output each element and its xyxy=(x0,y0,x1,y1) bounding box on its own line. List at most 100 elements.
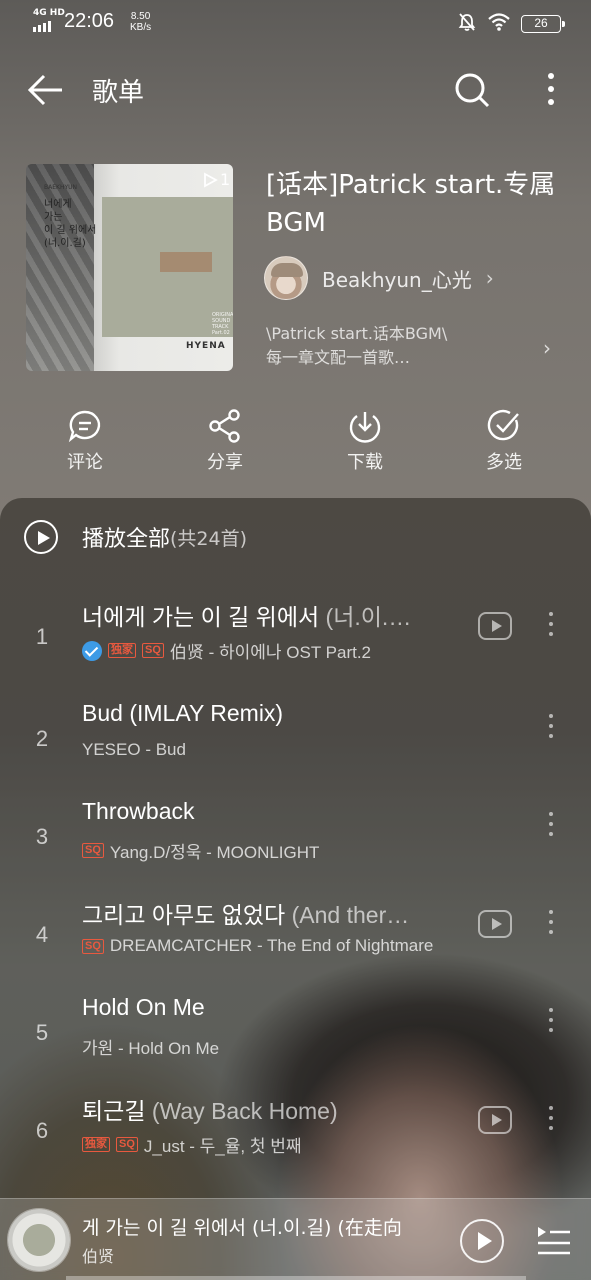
cover-ost-label: ORIGINAL SOUND TRACK Part.02 xyxy=(212,312,233,336)
download-icon xyxy=(349,412,381,443)
more-vertical-icon[interactable] xyxy=(544,714,558,744)
song-artist: 가원 xyxy=(82,1039,114,1058)
song-index: 5 xyxy=(35,1020,49,1045)
song-title: Throwback xyxy=(82,798,462,825)
mv-play-icon[interactable] xyxy=(478,910,512,938)
song-title-alias: (Way Back Home) xyxy=(145,1098,338,1124)
download-label: 下载 xyxy=(347,452,383,473)
chevron-right-icon: › xyxy=(485,266,494,290)
multi-select-icon xyxy=(487,409,519,441)
exclusive-badge: 独家 xyxy=(82,1137,110,1152)
cover-stamp xyxy=(160,252,212,272)
more-vertical-icon[interactable] xyxy=(536,70,566,110)
list-item[interactable]: 6 퇴근길 (Way Back Home) 独家 SQ J_ust - 두_율,… xyxy=(0,1092,591,1190)
song-meta: 独家 SQ J_ust - 두_율, 첫 번째 xyxy=(82,1132,482,1157)
song-meta: SQ DREAMCATCHER - The End of Nightmare xyxy=(82,936,482,956)
sq-badge: SQ xyxy=(82,843,104,858)
song-index: 4 xyxy=(35,922,49,947)
song-title: 그리고 아무도 없었다 (And ther… xyxy=(82,896,462,930)
description-line: \Patrick start.话本BGM\ xyxy=(266,324,448,343)
now-playing-cover[interactable] xyxy=(8,1209,70,1271)
song-title-alias: (너.이.… xyxy=(319,604,412,630)
song-meta: 独家 SQ 伯贤 - 하이에나 OST Part.2 xyxy=(82,638,482,663)
wifi-icon xyxy=(487,12,511,36)
more-vertical-icon[interactable] xyxy=(544,1008,558,1038)
song-index: 6 xyxy=(35,1118,49,1143)
share-label: 分享 xyxy=(207,452,243,473)
chevron-right-icon[interactable]: › xyxy=(543,336,551,360)
song-meta: 가원 - Hold On Me xyxy=(82,1034,482,1059)
mute-bell-icon xyxy=(457,12,477,36)
cover-line: 가는 xyxy=(44,212,63,223)
play-all-button[interactable]: 播放全部 (共24首) xyxy=(24,520,247,554)
song-title-main: 너에게 가는 이 길 위에서 xyxy=(82,604,320,630)
list-item[interactable]: 2 Bud (IMLAY Remix) YESEO - Bud xyxy=(0,700,591,798)
list-item[interactable]: 1 너에게 가는 이 길 위에서 (너.이.… 独家 SQ 伯贤 - 하이에나 … xyxy=(0,598,591,696)
song-title-main: Hold On Me xyxy=(82,994,205,1020)
clock: 22:06 xyxy=(64,10,115,32)
song-title-main: 그리고 아무도 없었다 xyxy=(82,902,286,928)
playlist-queue-icon[interactable] xyxy=(536,1223,572,1257)
play-count: 1 xyxy=(202,170,230,189)
comment-icon xyxy=(68,410,101,443)
song-count: (共24首) xyxy=(170,527,248,550)
arrow-left-icon[interactable] xyxy=(26,72,66,108)
more-vertical-icon[interactable] xyxy=(544,1106,558,1136)
multi-select-label: 多选 xyxy=(486,452,522,473)
list-item[interactable]: 3 Throwback SQ Yang.D/정욱 - MOONLIGHT xyxy=(0,798,591,896)
more-vertical-icon[interactable] xyxy=(544,910,558,940)
now-playing-artist: 伯贤 xyxy=(82,1247,115,1266)
creator-name[interactable]: Beakhyun_心光 xyxy=(322,264,472,293)
song-title-main: 퇴근길 xyxy=(82,1098,146,1124)
network-speed: 8.50 KB/s xyxy=(130,11,151,33)
action-row: 评论 分享 下载 多选 xyxy=(0,408,591,478)
song-title-main: Throwback xyxy=(82,798,195,824)
more-vertical-icon[interactable] xyxy=(544,812,558,842)
verified-icon xyxy=(82,640,102,661)
cover-brand: HYENA xyxy=(186,341,226,351)
play-button[interactable] xyxy=(460,1219,504,1263)
share-button[interactable]: 分享 xyxy=(185,408,265,474)
cover-line: (너.이.길) xyxy=(44,238,86,249)
search-icon[interactable] xyxy=(452,70,492,110)
playback-progress[interactable] xyxy=(66,1276,526,1280)
playlist-description[interactable]: \Patrick start.话本BGM\ 每一章文配一首歌… xyxy=(266,322,516,370)
playlist-cover[interactable]: BAEKHYUN 너에게 가는 이 길 위에서 (너.이.길) ORIGINAL… xyxy=(26,164,233,371)
song-index: 1 xyxy=(35,624,49,649)
creator-link[interactable]: Beakhyun_心光 › xyxy=(264,256,494,300)
song-artist: 伯贤 xyxy=(169,643,204,662)
song-meta: YESEO - Bud xyxy=(82,740,482,760)
network-type: 4G HD xyxy=(33,8,65,18)
sq-badge: SQ xyxy=(116,1137,138,1152)
cover-line: 이 길 위에서 xyxy=(44,225,97,236)
more-vertical-icon[interactable] xyxy=(544,612,558,642)
status-bar: 4G HD 22:06 8.50 KB/s 26 xyxy=(0,0,591,46)
song-title-alias: (And ther… xyxy=(285,902,410,928)
song-title: 너에게 가는 이 길 위에서 (너.이.… xyxy=(82,598,462,632)
list-item[interactable]: 4 그리고 아무도 없었다 (And ther… SQ DREAMCATCHER… xyxy=(0,896,591,994)
play-circle-icon xyxy=(24,520,58,554)
comment-label: 评论 xyxy=(67,452,103,473)
list-item[interactable]: 5 Hold On Me 가원 - Hold On Me xyxy=(0,994,591,1092)
exclusive-badge: 独家 xyxy=(108,643,136,658)
speed-value: 8.50 xyxy=(130,11,151,22)
song-index: 2 xyxy=(35,726,49,751)
multi-select-button[interactable]: 多选 xyxy=(464,408,544,474)
song-artist: YESEO xyxy=(82,740,141,759)
cover-stone-texture xyxy=(26,164,94,371)
mv-play-icon[interactable] xyxy=(478,1106,512,1134)
avatar[interactable] xyxy=(264,256,308,300)
mv-play-icon[interactable] xyxy=(478,612,512,640)
speed-unit: KB/s xyxy=(130,22,152,33)
song-title: Bud (IMLAY Remix) xyxy=(82,700,462,727)
song-title: Hold On Me xyxy=(82,994,462,1021)
song-album: - MOONLIGHT xyxy=(201,843,320,862)
song-album: - Hold On Me xyxy=(113,1039,220,1058)
comment-button[interactable]: 评论 xyxy=(45,408,125,474)
song-meta: SQ Yang.D/정욱 - MOONLIGHT xyxy=(82,838,482,863)
download-button[interactable]: 下载 xyxy=(325,408,405,474)
playlist-title: [话本]Patrick start.专属BGM xyxy=(266,170,556,238)
song-album: - The End of Nightmare xyxy=(252,936,434,955)
mini-player[interactable]: 게 가는 이 길 위에서 (너.이.길) (在走向 伯贤 xyxy=(0,1198,591,1280)
song-title: 퇴근길 (Way Back Home) xyxy=(82,1092,462,1126)
